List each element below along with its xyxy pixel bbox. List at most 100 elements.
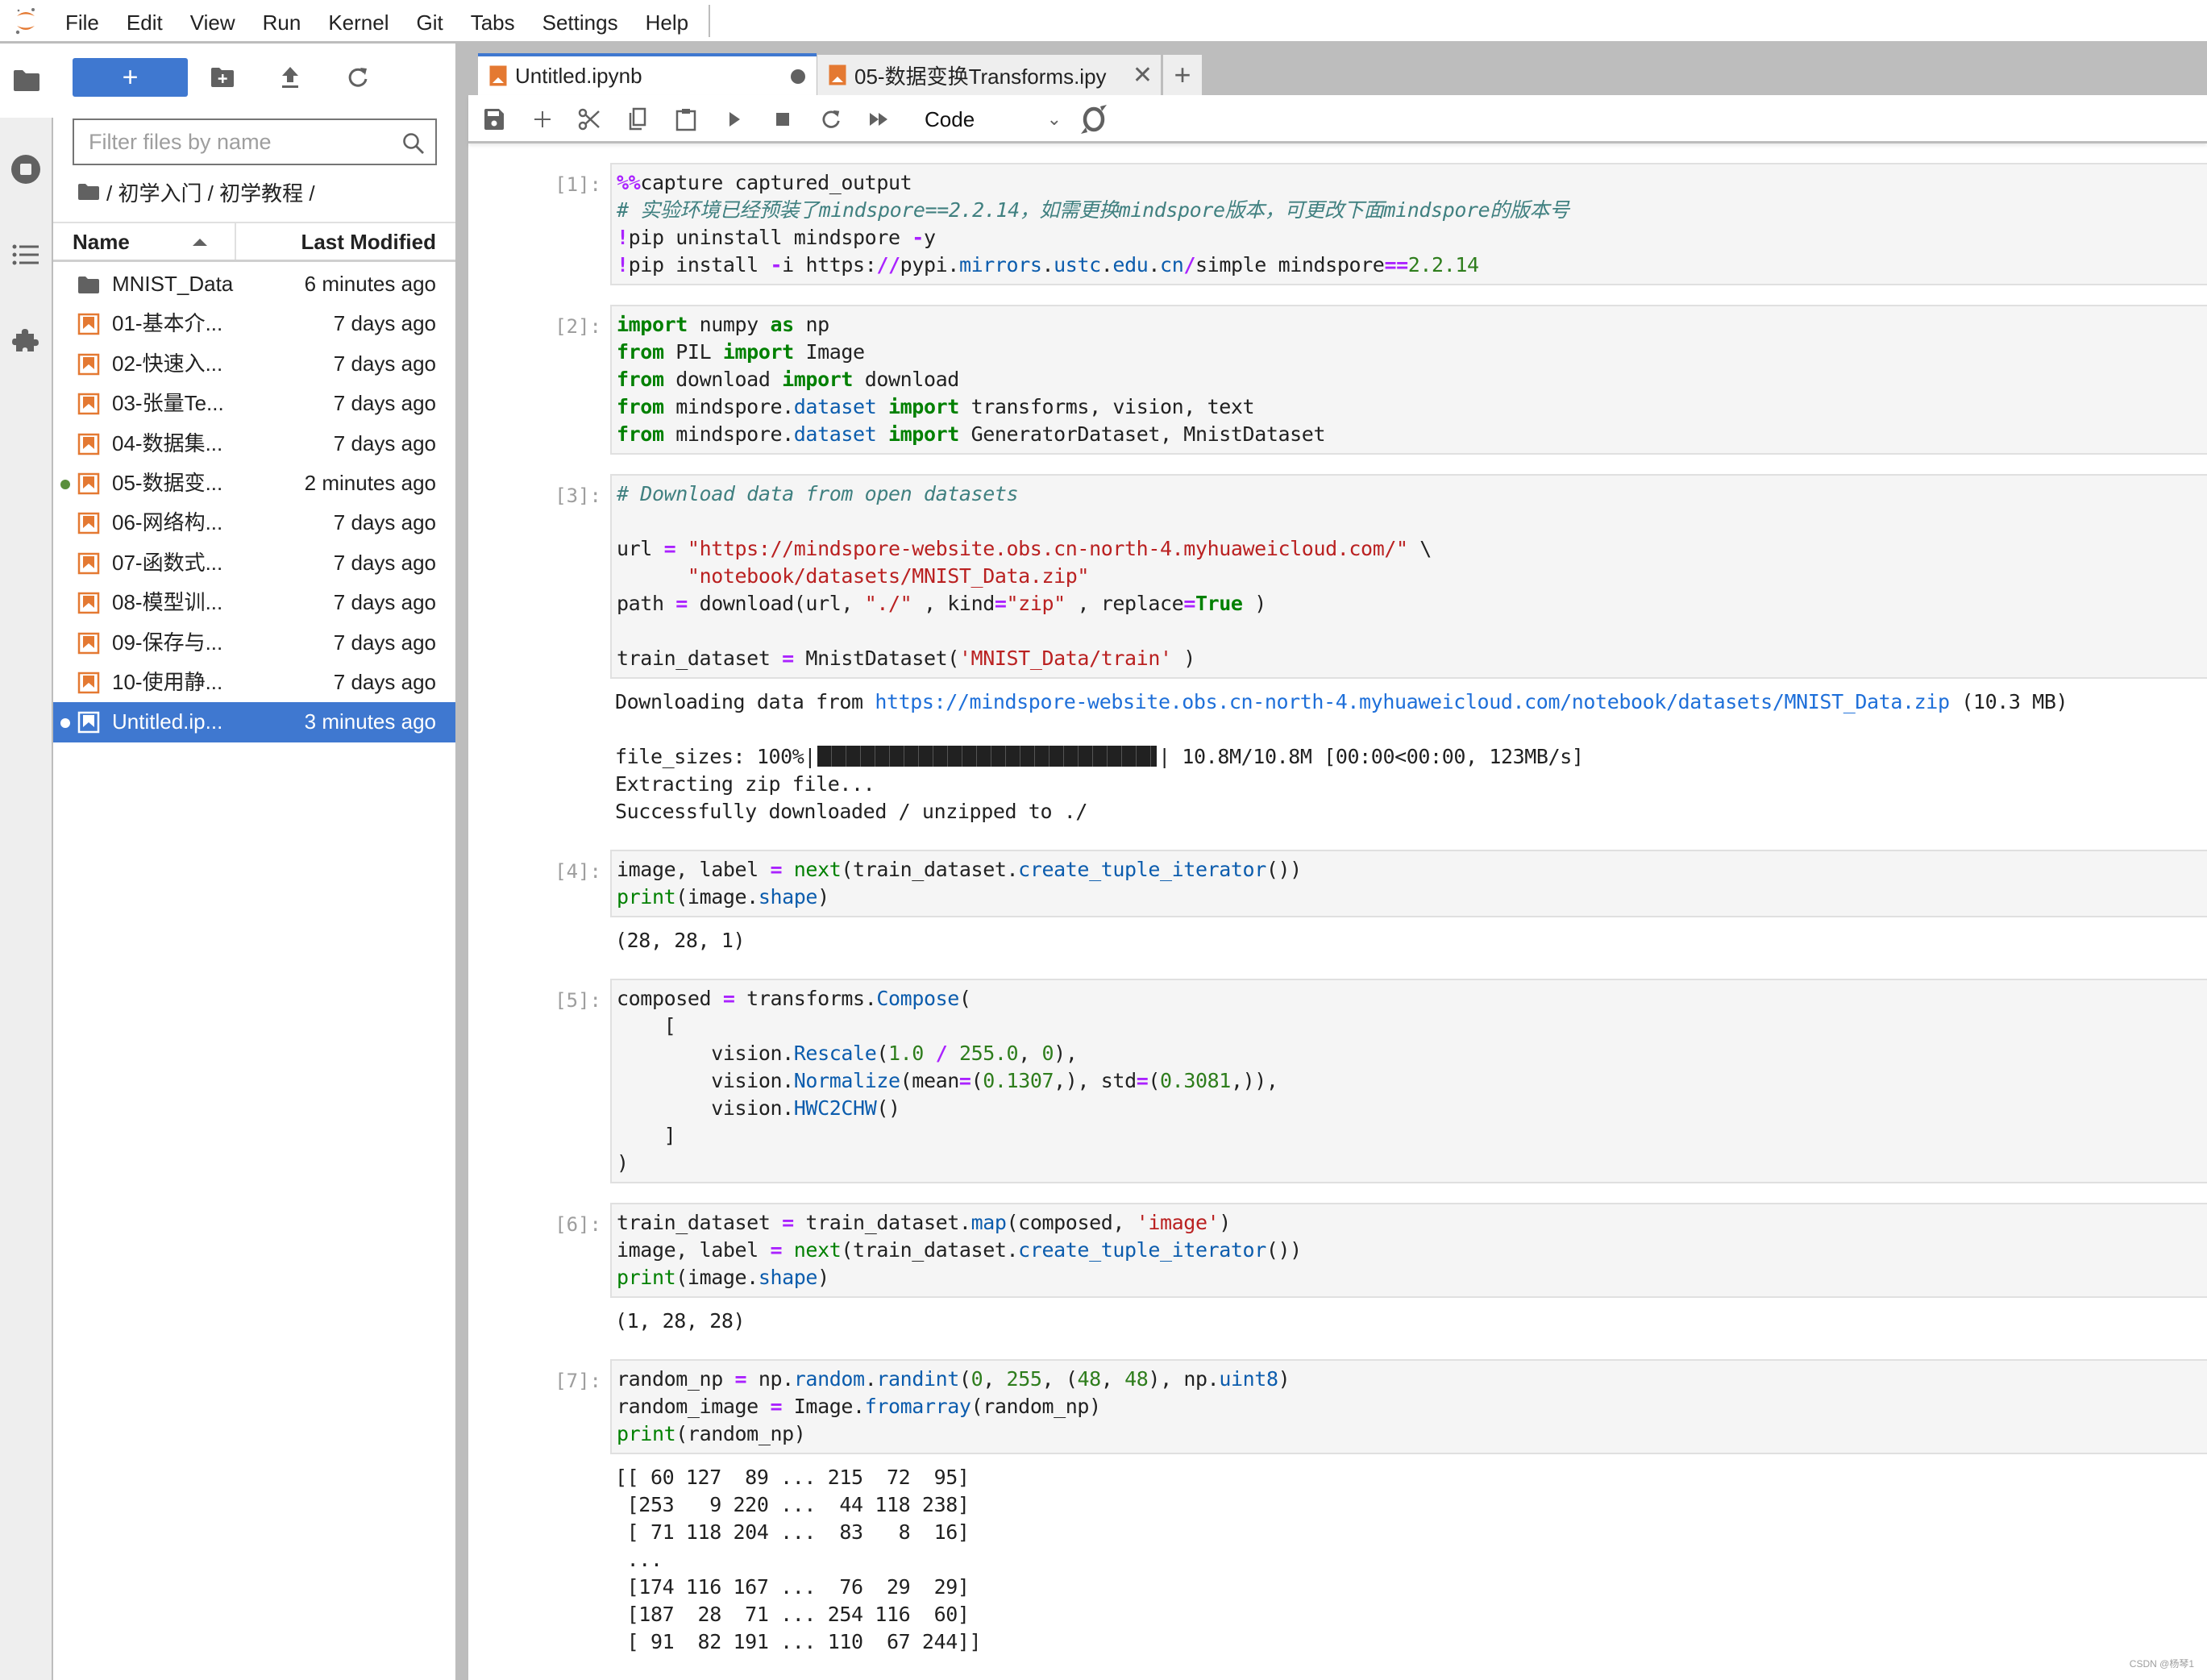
cell-editor[interactable]: # Download data from open datasets url = …: [610, 474, 2207, 679]
file-row[interactable]: 09-保存与... 7 days ago: [53, 623, 455, 663]
refresh-icon: [348, 68, 368, 87]
code-cell[interactable]: [3]: # Download data from open datasets ur…: [468, 474, 2207, 830]
filter-files-field[interactable]: [73, 119, 437, 165]
cell-editor[interactable]: random_np = np.random.randint(0, 255, (4…: [610, 1359, 2207, 1454]
notebook-toolbar: Code ⌄: [468, 95, 2207, 143]
file-row[interactable]: 01-基本介... 7 days ago: [53, 304, 455, 343]
notebook-icon: [77, 513, 100, 534]
file-name: 02-快速入...: [112, 351, 223, 376]
refresh-button[interactable]: [342, 61, 374, 94]
new-folder-button[interactable]: [206, 61, 239, 94]
extension-manager-tab[interactable]: [0, 303, 52, 377]
tab-untitled-ipynb[interactable]: Untitled.ipynb: [478, 53, 817, 95]
file-name: 09-保存与...: [112, 630, 223, 655]
list-icon: [12, 244, 39, 265]
filter-files-input[interactable]: [74, 120, 380, 164]
breadcrumb: / 初学入门 / 初学教程 /: [77, 176, 315, 208]
breadcrumb-path[interactable]: / 初学入门 / 初学教程 /: [106, 177, 315, 207]
file-row[interactable]: 06-网络构... 7 days ago: [53, 503, 455, 543]
cell-type-value: Code: [925, 107, 975, 131]
file-row[interactable]: 10-使用静... 7 days ago: [53, 663, 455, 702]
notebook-icon: [77, 433, 100, 455]
table-of-contents-tab[interactable]: [0, 218, 52, 292]
tab-label: Untitled.ipynb: [515, 63, 642, 88]
cell-type-dropdown[interactable]: Code ⌄: [925, 102, 1062, 137]
file-browser-tab[interactable]: [0, 44, 53, 118]
running-kernels-tab[interactable]: [0, 132, 52, 206]
code-cell[interactable]: [6]: train_dataset = train_dataset.map(co…: [468, 1203, 2207, 1340]
sort-ascending-icon: [193, 239, 207, 246]
code-cell[interactable]: [5]: composed = transforms.Compose( [ vis…: [468, 979, 2207, 1183]
menu-help[interactable]: Help: [632, 0, 702, 43]
file-name: 10-使用静...: [112, 669, 223, 694]
execution-count-prompt: [4]:: [555, 860, 601, 883]
menu-git[interactable]: Git: [402, 0, 456, 43]
interrupt-kernel-button[interactable]: [767, 103, 799, 135]
home-folder-icon[interactable]: [77, 183, 100, 201]
cell-editor[interactable]: import numpy as np from PIL import Image f…: [610, 305, 2207, 455]
paste-cell-button[interactable]: [670, 103, 702, 135]
activity-bar: [0, 44, 53, 1680]
cell-editor[interactable]: %%capture captured_output # 实验环境已经预装了mind…: [610, 163, 2207, 285]
restart-kernel-button[interactable]: [815, 103, 847, 135]
upload-button[interactable]: [274, 61, 306, 94]
file-row[interactable]: 05-数据变... 2 minutes ago: [53, 464, 455, 503]
save-button[interactable]: [478, 103, 510, 135]
copy-cell-button[interactable]: [621, 103, 654, 135]
notebook-icon: [77, 393, 100, 415]
folder-icon: [14, 70, 39, 91]
insert-cell-button[interactable]: [526, 103, 559, 135]
sidebar-resize-handle[interactable]: [455, 44, 468, 1680]
menu-kernel[interactable]: Kernel: [314, 0, 402, 43]
cell-source: %%capture captured_output # 实验环境已经预装了mind…: [617, 171, 1569, 277]
code-cell[interactable]: [1]: %%capture captured_output # 实验环境已经预装了…: [468, 163, 2207, 285]
file-modified: 7 days ago: [333, 590, 436, 615]
file-modified: 7 days ago: [333, 351, 436, 376]
new-launcher-button[interactable]: +: [73, 58, 188, 97]
file-modified: 7 days ago: [333, 311, 436, 336]
copy-icon: [629, 107, 646, 131]
file-row[interactable]: MNIST_Data 6 minutes ago: [53, 264, 455, 304]
cell-editor[interactable]: train_dataset = train_dataset.map(compos…: [610, 1203, 2207, 1298]
notebook-icon: [489, 65, 507, 86]
code-cell[interactable]: [2]: import numpy as np from PIL import Im…: [468, 305, 2207, 455]
paste-icon: [675, 109, 696, 131]
notebook-icon: [77, 592, 100, 614]
cell-output: (28, 28, 1): [615, 929, 746, 952]
name-column-header[interactable]: Name: [53, 223, 236, 260]
notebook-icon: [77, 472, 100, 495]
menu-run[interactable]: Run: [249, 0, 315, 43]
file-row[interactable]: Untitled.ip... 3 minutes ago: [53, 702, 455, 742]
restart-run-all-button[interactable]: [863, 103, 896, 135]
menu-edit[interactable]: Edit: [113, 0, 177, 43]
unsaved-changes-dot-icon[interactable]: [791, 69, 805, 84]
file-modified: 6 minutes ago: [304, 272, 436, 296]
run-cell-button[interactable]: [718, 103, 750, 135]
cell-source: random_np = np.random.randint(0, 255, (4…: [617, 1367, 1291, 1445]
cut-cell-button[interactable]: [573, 103, 605, 135]
menu-view[interactable]: View: [177, 0, 249, 43]
file-row[interactable]: 07-函数式... 7 days ago: [53, 543, 455, 583]
file-row[interactable]: 02-快速入... 7 days ago: [53, 344, 455, 384]
file-browser-panel: + / 初学入门 / 初学教程 / Name Last Modified MNI…: [53, 44, 455, 1680]
watermark: CSDN @杨琴1: [2129, 1658, 2194, 1670]
running-indicator-icon: [60, 718, 70, 729]
kernel-status-indicator[interactable]: [1078, 103, 1110, 139]
cell-editor[interactable]: image, label = next(train_dataset.create…: [610, 850, 2207, 917]
file-row[interactable]: 03-张量Te... 7 days ago: [53, 384, 455, 423]
file-row[interactable]: 04-数据集... 7 days ago: [53, 424, 455, 464]
close-tab-icon[interactable]: ✕: [1133, 61, 1153, 89]
cell-output: (1, 28, 28): [615, 1309, 746, 1333]
menu-settings[interactable]: Settings: [529, 0, 632, 43]
code-cell[interactable]: [4]: image, label = next(train_dataset.cr…: [468, 850, 2207, 959]
file-row[interactable]: 08-模型训... 7 days ago: [53, 583, 455, 622]
new-tab-button[interactable]: +: [1163, 55, 1202, 95]
menu-tabs[interactable]: Tabs: [457, 0, 529, 43]
file-modified: 7 days ago: [333, 669, 436, 694]
code-cell[interactable]: [7]: random_np = np.random.randint(0, 255…: [468, 1359, 2207, 1661]
tab-05-transforms[interactable]: 05-数据变换Transforms.ipy ✕: [817, 55, 1162, 95]
cell-editor[interactable]: composed = transforms.Compose( [ vision.…: [610, 979, 2207, 1183]
last-modified-column-header[interactable]: Last Modified: [236, 223, 455, 260]
execution-count-prompt: [7]:: [555, 1370, 601, 1392]
menu-file[interactable]: File: [52, 0, 113, 43]
